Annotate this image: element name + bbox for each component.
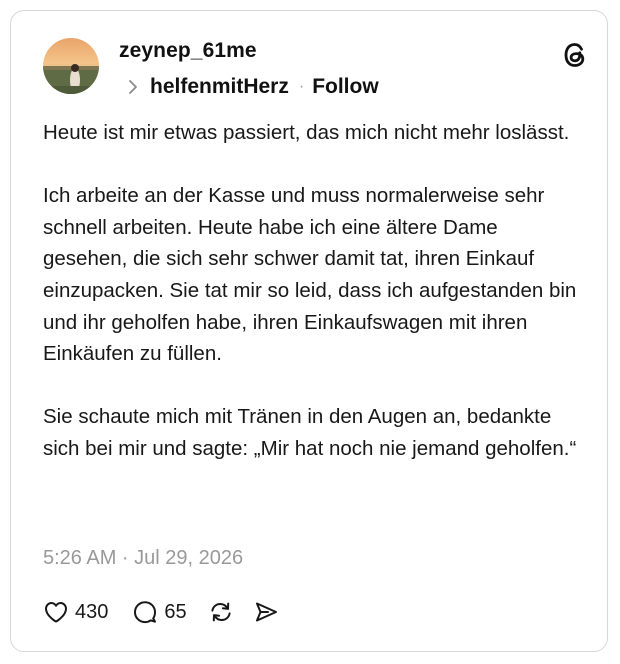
share-button[interactable] [253, 600, 279, 624]
reply-count: 65 [164, 600, 187, 623]
post-body: Heute ist mir etwas passiert, das mich n… [43, 117, 583, 465]
follow-button[interactable]: Follow [312, 75, 379, 99]
post-card: zeynep_61me helfenmitHerz · Follow Heute… [10, 10, 608, 652]
post-paragraph: Ich arbeite an der Kasse und muss normal… [43, 184, 577, 366]
chevron-right-icon [129, 80, 137, 94]
separator-dot: · [298, 78, 305, 95]
heart-icon [45, 602, 67, 623]
like-count: 430 [75, 600, 109, 623]
avatar[interactable] [43, 38, 99, 94]
author-username[interactable]: zeynep_61me [119, 39, 257, 63]
repost-button[interactable] [207, 599, 235, 625]
action-bar: 430 65 [43, 596, 279, 628]
repost-icon [211, 602, 231, 622]
reply-to-username[interactable]: helfenmitHerz [150, 75, 289, 99]
post-paragraph: Heute ist mir etwas passiert, das mich n… [43, 121, 570, 144]
post-timestamp[interactable]: 5:26 AM · Jul 29, 2026 [43, 547, 243, 570]
threads-logo-icon[interactable] [560, 40, 590, 70]
comment-bubble-icon [134, 601, 157, 624]
like-button[interactable]: 430 [43, 600, 108, 624]
reply-context: helfenmitHerz · Follow [126, 74, 379, 100]
reply-button[interactable]: 65 [132, 599, 187, 625]
post-paragraph: Sie schaute mich mit Tränen in den Augen… [43, 405, 577, 460]
send-icon [255, 602, 277, 622]
